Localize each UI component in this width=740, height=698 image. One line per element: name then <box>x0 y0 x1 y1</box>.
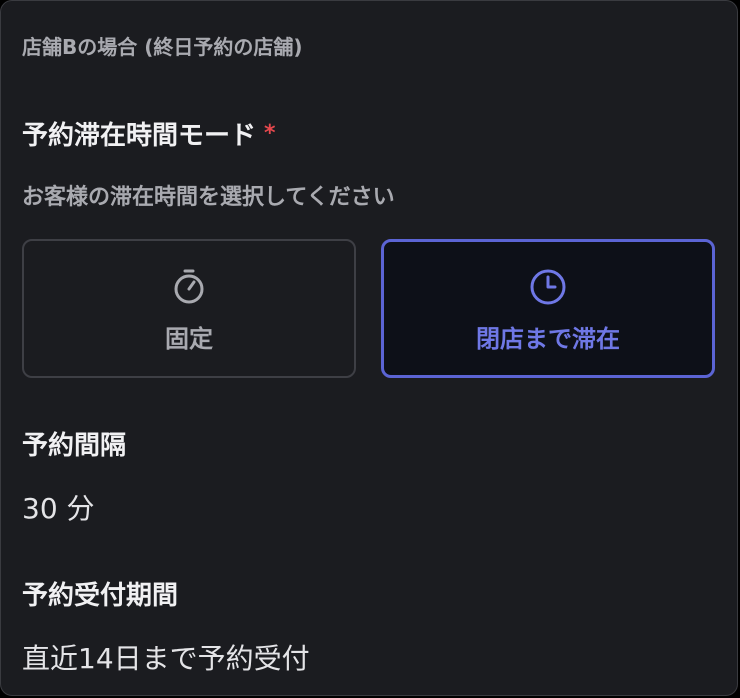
stay-mode-label: 予約滞在時間モード * <box>22 115 276 152</box>
acceptance-label: 予約受付期間 <box>22 581 179 611</box>
stay-mode-help-text: お客様の滞在時間を選択してください <box>22 185 395 210</box>
clock-icon <box>530 269 566 305</box>
required-mark: * <box>264 121 276 146</box>
stopwatch-icon <box>174 269 204 304</box>
option-until-close-button[interactable]: 閉店まで滞在 <box>381 239 715 378</box>
option-fixed-label: 固定 <box>165 325 213 353</box>
interval-value: 30 分 <box>22 492 95 525</box>
option-until-close-label: 閉店まで滞在 <box>476 325 620 353</box>
settings-panel: 店舗Bの場合 (終日予約の店舗) 予約滞在時間モード * お客様の滞在時間を選択し… <box>0 0 738 696</box>
option-fixed-button[interactable]: 固定 <box>22 239 356 378</box>
interval-label: 予約間隔 <box>22 431 127 461</box>
stay-mode-label-text: 予約滞在時間モード <box>22 121 257 151</box>
panel-title: 店舗Bの場合 (終日予約の店舗) <box>22 35 303 59</box>
acceptance-value: 直近14日まで予約受付 <box>22 642 310 675</box>
